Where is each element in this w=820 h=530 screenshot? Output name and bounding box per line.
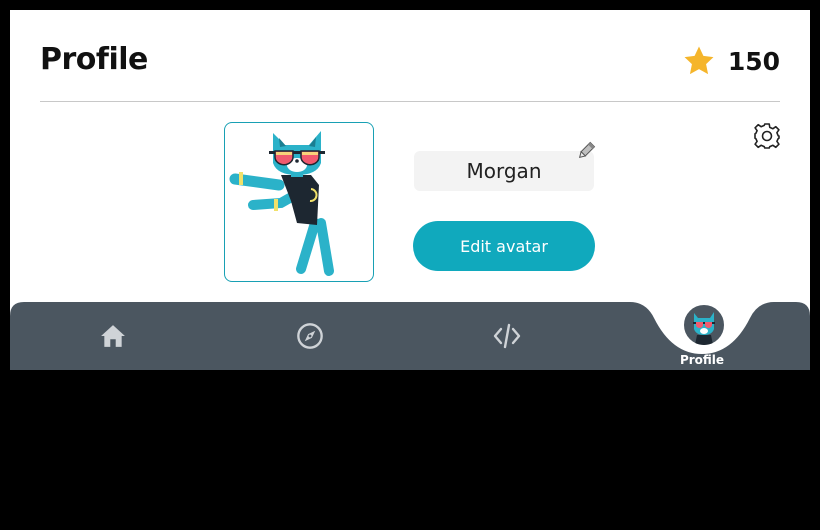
edit-avatar-button[interactable]: Edit avatar xyxy=(413,221,595,271)
header-divider xyxy=(40,101,780,102)
code-icon xyxy=(493,323,521,349)
nav-item-profile-label[interactable]: Profile xyxy=(665,353,739,367)
nav-item-home[interactable] xyxy=(83,302,143,370)
cat-avatar-image xyxy=(229,131,334,276)
avatar-preview[interactable] xyxy=(224,122,374,282)
cat-avatar-thumbnail xyxy=(693,312,715,345)
compass-icon xyxy=(297,323,323,349)
gear-icon[interactable] xyxy=(752,121,782,151)
nav-item-code[interactable] xyxy=(477,302,537,370)
points-value: 150 xyxy=(727,46,780,76)
nav-item-profile-avatar[interactable] xyxy=(682,303,726,347)
profile-screen: Profile 150 Morgan Edit avatar Profile xyxy=(10,10,810,370)
star-icon xyxy=(684,46,714,75)
page-title: Profile xyxy=(40,42,148,77)
home-icon xyxy=(101,325,125,347)
username-field[interactable]: Morgan xyxy=(414,151,594,191)
nav-item-explore[interactable] xyxy=(280,302,340,370)
points-display: 150 xyxy=(682,44,780,78)
pencil-icon[interactable] xyxy=(576,141,596,161)
